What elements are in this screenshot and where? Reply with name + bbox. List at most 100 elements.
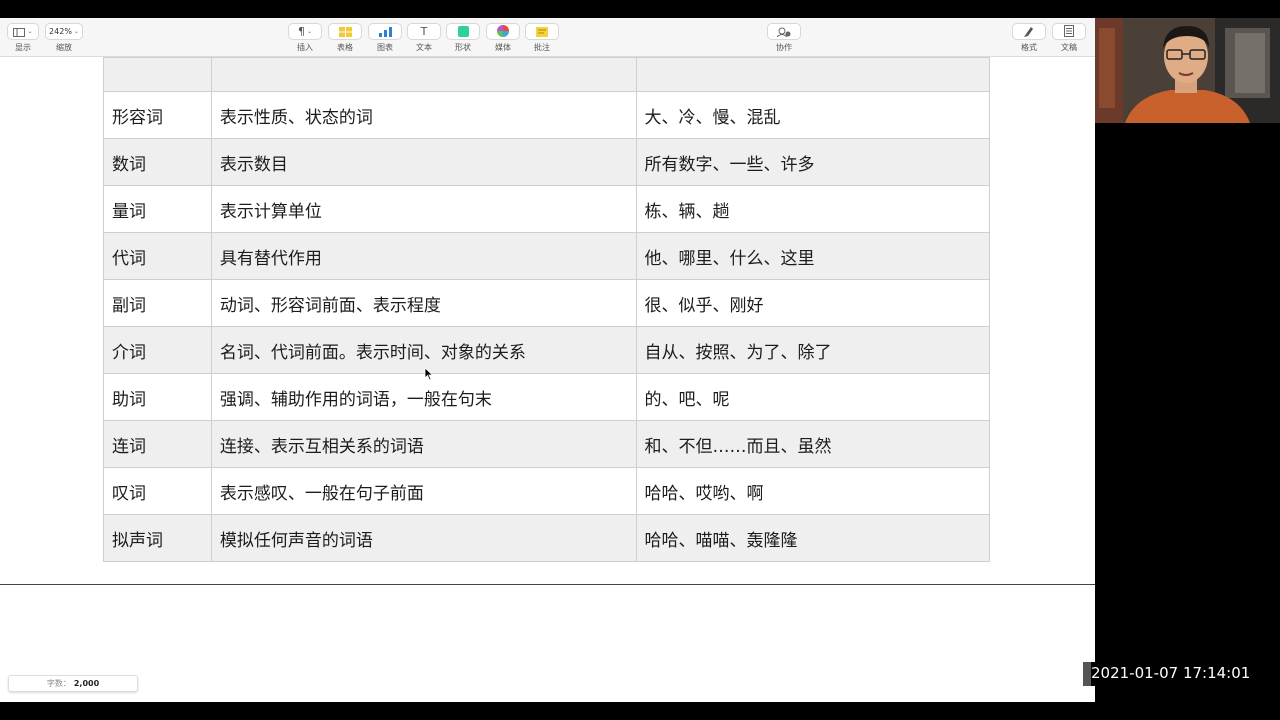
table-row[interactable]: 量词 表示计算单位 栋、辆、趟 xyxy=(103,185,990,233)
example-cell[interactable] xyxy=(635,57,990,92)
table-row[interactable] xyxy=(103,57,990,92)
word-class-cell[interactable] xyxy=(103,57,212,92)
shape-icon xyxy=(457,22,469,41)
chart-label: 图表 xyxy=(377,43,393,52)
format-button[interactable] xyxy=(1012,23,1046,40)
word-count-value: 2,000 xyxy=(73,679,100,688)
recording-timestamp: 2021-01-07 17:14:01 xyxy=(1083,662,1263,686)
table-row[interactable]: 介词 名词、代词前面。表示时间、对象的关系 自从、按照、为了、除了 xyxy=(103,326,990,374)
text-button[interactable]: T xyxy=(407,23,441,40)
comment-menu[interactable]: 批注 xyxy=(523,23,561,53)
chevron-down-icon: ⌄ xyxy=(27,28,33,35)
example-cell[interactable]: 哈哈、哎哟、啊 xyxy=(635,467,990,515)
media-label: 媒体 xyxy=(495,43,511,52)
description-cell[interactable] xyxy=(210,57,637,92)
description-cell[interactable]: 连接、表示互相关系的词语 xyxy=(210,420,637,468)
description-cell[interactable]: 表示数目 xyxy=(210,138,637,186)
word-class-cell[interactable]: 量词 xyxy=(103,185,212,233)
description-cell[interactable]: 表示感叹、一般在句子前面 xyxy=(210,467,637,515)
word-class-cell[interactable]: 形容词 xyxy=(103,91,212,139)
table-row[interactable]: 代词 具有替代作用 他、哪里、什么、这里 xyxy=(103,232,990,280)
text-menu[interactable]: T 文本 xyxy=(405,23,443,53)
media-button[interactable] xyxy=(486,23,520,40)
document-button[interactable] xyxy=(1052,23,1086,40)
table-menu[interactable]: 表格 xyxy=(326,23,364,53)
table-row[interactable]: 拟声词 模拟任何声音的词语 哈哈、喵喵、轰隆隆 xyxy=(103,514,990,562)
document-menu[interactable]: 文稿 xyxy=(1050,23,1088,53)
table-row[interactable]: 数词 表示数目 所有数字、一些、许多 xyxy=(103,138,990,186)
shape-menu[interactable]: 形状 xyxy=(444,23,482,53)
shape-button[interactable] xyxy=(446,23,480,40)
format-label: 格式 xyxy=(1021,43,1037,52)
insert-menu[interactable]: ¶ ⌄ 插入 xyxy=(286,23,324,53)
text-label: 文本 xyxy=(416,43,432,52)
description-cell[interactable]: 表示计算单位 xyxy=(210,185,637,233)
collaborate-button[interactable] xyxy=(767,23,801,40)
description-cell[interactable]: 表示性质、状态的词 xyxy=(210,91,637,139)
document-canvas[interactable]: 形容词 表示性质、状态的词 大、冷、慢、混乱 数词 表示数目 所有数字、一些、许多 量词 表示… xyxy=(0,57,1095,702)
comment-icon xyxy=(536,22,548,41)
word-count-label: 字数： xyxy=(46,679,71,688)
description-cell[interactable]: 动词、形容词前面、表示程度 xyxy=(210,279,637,327)
comment-button[interactable] xyxy=(525,23,559,40)
table-row[interactable]: 叹词 表示感叹、一般在句子前面 哈哈、哎哟、啊 xyxy=(103,467,990,515)
collaborate-menu[interactable]: 协作 xyxy=(765,23,803,53)
word-class-cell[interactable]: 数词 xyxy=(103,138,212,186)
zoom-label: 缩放 xyxy=(56,43,72,52)
example-cell[interactable]: 哈哈、喵喵、轰隆隆 xyxy=(635,514,990,562)
table-row[interactable]: 副词 动词、形容词前面、表示程度 很、似乎、刚好 xyxy=(103,279,990,327)
text-icon: T xyxy=(420,25,428,38)
comment-label: 批注 xyxy=(534,43,550,52)
timestamp-text: 2021-01-07 17:14:01 xyxy=(1091,664,1251,682)
description-cell[interactable]: 模拟任何声音的词语 xyxy=(210,514,637,562)
example-cell[interactable]: 和、不但……而且、虽然 xyxy=(635,420,990,468)
table-button[interactable] xyxy=(328,23,362,40)
presenter-video xyxy=(1095,18,1280,123)
word-count-indicator[interactable]: 字数： 2,000 xyxy=(8,675,138,692)
collaborate-icon xyxy=(776,22,791,41)
view-button[interactable]: ⌄ xyxy=(7,23,39,40)
zoom-menu[interactable]: 242% ⌄ 缩放 xyxy=(45,23,83,53)
view-menu[interactable]: ⌄ 显示 xyxy=(4,23,42,53)
description-cell[interactable]: 具有替代作用 xyxy=(210,232,637,280)
table-icon xyxy=(338,22,352,41)
mouse-pointer-icon xyxy=(424,367,434,381)
word-class-cell[interactable]: 叹词 xyxy=(103,467,212,515)
example-cell[interactable]: 所有数字、一些、许多 xyxy=(635,138,990,186)
insert-label: 插入 xyxy=(297,43,313,52)
format-menu[interactable]: 格式 xyxy=(1010,23,1048,53)
word-class-cell[interactable]: 助词 xyxy=(103,373,212,421)
word-class-cell[interactable]: 代词 xyxy=(103,232,212,280)
table-row[interactable]: 助词 强调、辅助作用的词语，一般在句末 的、吧、呢 xyxy=(103,373,990,421)
zoom-button[interactable]: 242% ⌄ xyxy=(45,23,83,40)
word-class-cell[interactable]: 连词 xyxy=(103,420,212,468)
format-brush-icon xyxy=(1023,22,1035,41)
example-cell[interactable]: 的、吧、呢 xyxy=(635,373,990,421)
document-label: 文稿 xyxy=(1061,43,1077,52)
document-icon xyxy=(1064,22,1074,41)
webcam-overlay xyxy=(1095,18,1280,123)
shape-label: 形状 xyxy=(455,43,471,52)
chart-button[interactable] xyxy=(368,23,402,40)
word-class-cell[interactable]: 拟声词 xyxy=(103,514,212,562)
example-cell[interactable]: 大、冷、慢、混乱 xyxy=(635,91,990,139)
page-boundary xyxy=(0,584,1095,585)
chart-icon xyxy=(378,22,392,41)
view-label: 显示 xyxy=(15,43,31,52)
parts-of-speech-table[interactable]: 形容词 表示性质、状态的词 大、冷、慢、混乱 数词 表示数目 所有数字、一些、许多 量词 表示… xyxy=(103,57,990,562)
word-class-cell[interactable]: 介词 xyxy=(103,326,212,374)
table-row[interactable]: 连词 连接、表示互相关系的词语 和、不但……而且、虽然 xyxy=(103,420,990,468)
media-menu[interactable]: 媒体 xyxy=(484,23,522,53)
chevron-down-icon: ⌄ xyxy=(73,28,79,35)
insert-button[interactable]: ¶ ⌄ xyxy=(288,23,322,40)
word-class-cell[interactable]: 副词 xyxy=(103,279,212,327)
example-cell[interactable]: 他、哪里、什么、这里 xyxy=(635,232,990,280)
pages-window: ⌄ 显示 242% ⌄ 缩放 ¶ ⌄ 插入 表格 图表 T 文本 形状 媒体 批… xyxy=(0,18,1095,702)
example-cell[interactable]: 自从、按照、为了、除了 xyxy=(635,326,990,374)
table-row[interactable]: 形容词 表示性质、状态的词 大、冷、慢、混乱 xyxy=(103,91,990,139)
chart-menu[interactable]: 图表 xyxy=(366,23,404,53)
example-cell[interactable]: 栋、辆、趟 xyxy=(635,185,990,233)
example-cell[interactable]: 很、似乎、刚好 xyxy=(635,279,990,327)
table-label: 表格 xyxy=(337,43,353,52)
chevron-down-icon: ⌄ xyxy=(306,28,313,35)
